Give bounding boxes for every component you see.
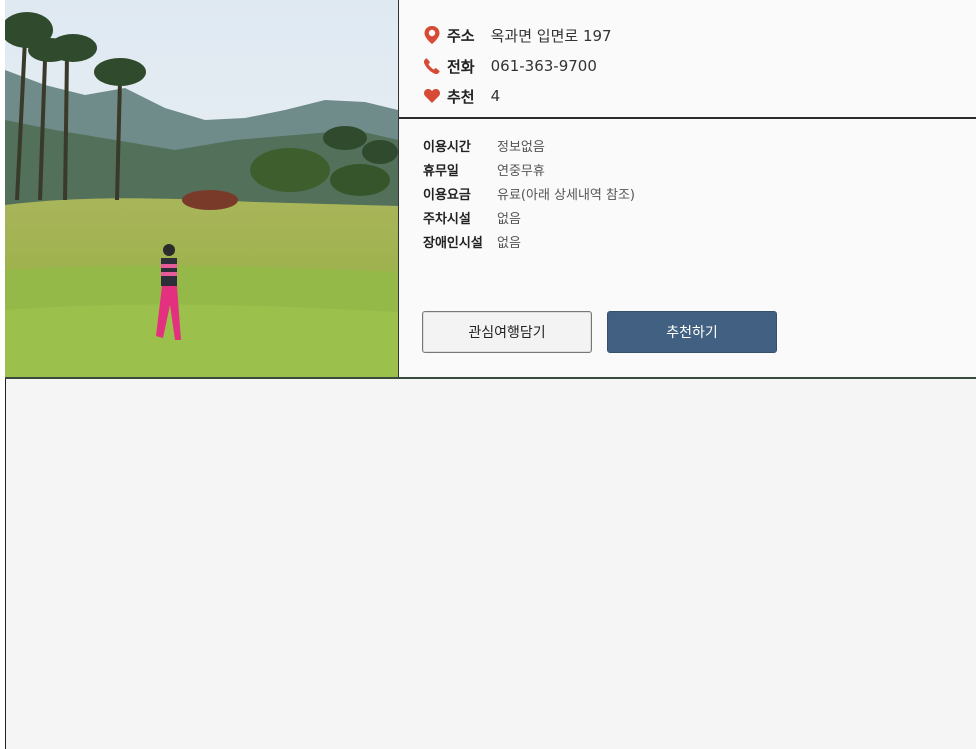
phone-icon xyxy=(423,57,441,75)
phone-label: 전화 xyxy=(447,57,475,76)
map-pin-icon xyxy=(423,26,441,44)
detail-row-accessibility: 장애인시설 없음 xyxy=(423,229,635,253)
address-label: 주소 xyxy=(447,26,475,45)
info-panel: 주소 옥과면 입면로 197 전화 061-363-9700 추천 4 이용시간 xyxy=(399,0,976,377)
details-list: 이용시간 정보없음 휴무일 연중무휴 이용요금 유료(아래 상세내역 참조) 주… xyxy=(423,133,635,253)
recommend-row: 추천 4 xyxy=(423,83,500,109)
detail-value: 연중무휴 xyxy=(497,163,545,179)
detail-value: 없음 xyxy=(497,235,521,251)
detail-value: 유료(아래 상세내역 참조) xyxy=(497,187,636,203)
recommend-count: 4 xyxy=(490,87,501,105)
detail-row-fee: 이용요금 유료(아래 상세내역 참조) xyxy=(423,181,635,205)
heart-icon xyxy=(423,87,441,105)
detail-row-closed: 휴무일 연중무휴 xyxy=(423,157,635,181)
phone-value[interactable]: 061-363-9700 xyxy=(491,57,597,75)
detail-label: 이용시간 xyxy=(423,139,471,155)
summary-block: 주소 옥과면 입면로 197 전화 061-363-9700 추천 4 xyxy=(399,0,976,119)
detail-row-hours: 이용시간 정보없음 xyxy=(423,133,635,157)
detail-top-section: 주소 옥과면 입면로 197 전화 061-363-9700 추천 4 이용시간 xyxy=(5,0,976,378)
detail-label: 주차시설 xyxy=(423,211,471,227)
golf-course-photo xyxy=(5,0,399,377)
address-value: 옥과면 입면로 197 xyxy=(490,26,612,45)
detail-label: 장애인시설 xyxy=(423,235,483,251)
add-to-favorites-button[interactable]: 관심여행담기 xyxy=(422,311,592,353)
detail-value: 없음 xyxy=(497,211,521,227)
detail-label: 이용요금 xyxy=(423,187,471,203)
recommend-label: 추천 xyxy=(447,87,475,106)
address-row: 주소 옥과면 입면로 197 xyxy=(423,22,612,48)
detail-row-parking: 주차시설 없음 xyxy=(423,205,635,229)
detail-value: 정보없음 xyxy=(497,139,545,155)
recommend-button[interactable]: 추천하기 xyxy=(607,311,777,353)
detail-label: 휴무일 xyxy=(423,163,459,179)
content-area xyxy=(6,379,976,749)
phone-row: 전화 061-363-9700 xyxy=(423,53,597,79)
